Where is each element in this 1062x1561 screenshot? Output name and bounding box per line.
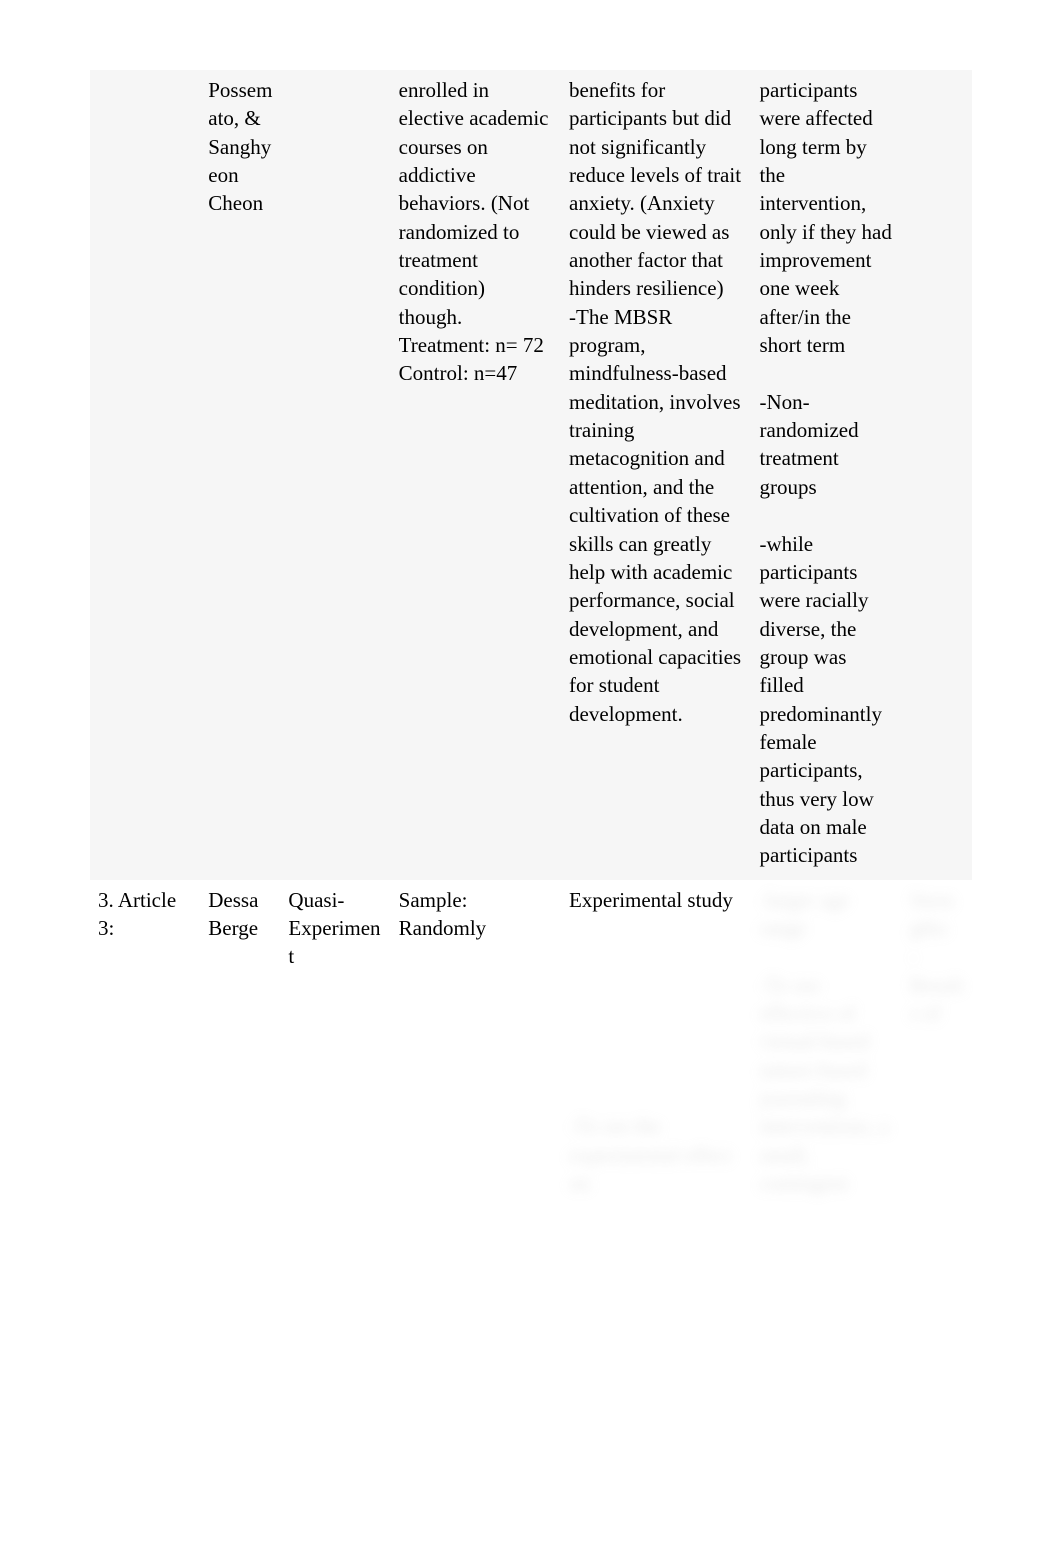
cell-content: -larger age range -To see effective of v…	[759, 886, 893, 1198]
table-cell: enrolled in elective academic courses on…	[391, 70, 561, 880]
table-row: 3. Article 3: Dessa Berge Quasi-Experiment…	[90, 880, 972, 1208]
cell-content: enrolled in elective academic courses on…	[399, 76, 553, 388]
cell-content: benefits for participants but did not si…	[569, 76, 743, 728]
cell-blurred-fragment: -To see the experimental effect on	[569, 1114, 737, 1195]
table-cell: 3. Article 3:	[90, 880, 200, 1208]
cell-content: 3. Article 3:	[98, 886, 192, 943]
table-cell: participants were affected long term by …	[751, 70, 901, 880]
table-cell: Possemato, & Sanghyeon Cheon	[200, 70, 280, 880]
cell-content: Dessa Berge	[208, 886, 272, 943]
page: Possemato, & Sanghyeon Cheon enrolled in …	[0, 0, 1062, 1561]
table-cell: benefits for participants but did not si…	[561, 70, 751, 880]
cell-content: Strengths: -Results of	[910, 886, 964, 1028]
table-cell: Dessa Berge	[200, 880, 280, 1208]
table-cell	[280, 70, 390, 880]
cell-content: participants were affected long term by …	[759, 76, 893, 870]
literature-table: Possemato, & Sanghyeon Cheon enrolled in …	[90, 70, 972, 1207]
cell-content: Possemato, & Sanghyeon Cheon	[208, 76, 272, 218]
table-row: Possemato, & Sanghyeon Cheon enrolled in …	[90, 70, 972, 880]
cell-content: Quasi-Experiment	[288, 886, 382, 971]
table-cell: Strengths: -Results of	[902, 880, 972, 1208]
cell-content: Experimental study -To see the experimen…	[569, 886, 743, 1198]
table-cell	[90, 70, 200, 880]
table-cell: Experimental study -To see the experimen…	[561, 880, 751, 1208]
table-cell	[902, 70, 972, 880]
cell-content: Sample: Randomly	[399, 886, 553, 943]
table-cell: -larger age range -To see effective of v…	[751, 880, 901, 1208]
table-cell: Quasi-Experiment	[280, 880, 390, 1208]
table-cell: Sample: Randomly	[391, 880, 561, 1208]
cell-visible-fragment: Experimental study	[569, 888, 733, 912]
